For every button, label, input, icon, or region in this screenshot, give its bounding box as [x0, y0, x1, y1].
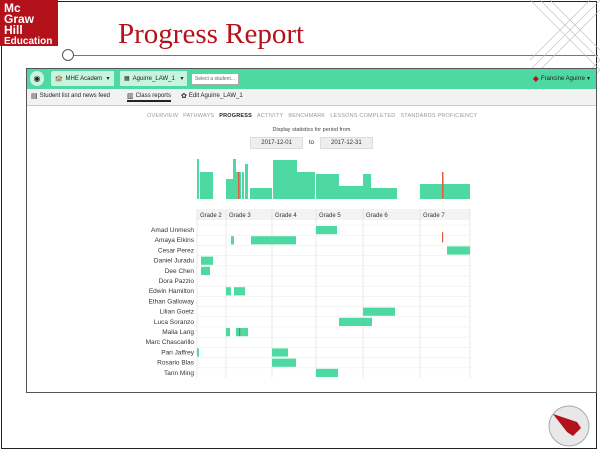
grade-label: Grade 6: [366, 213, 388, 219]
title-divider: [68, 55, 598, 56]
progress-chart: Grade 2 Grade 3 Grade 4 Grade 5 Grade 6 Grade…: [146, 159, 471, 378]
histogram-bar: [339, 186, 363, 199]
histogram-bar: [200, 172, 213, 199]
student-name: Dee Chen: [165, 268, 195, 275]
progress-segment: [205, 266, 210, 275]
histogram-bar: [371, 188, 397, 199]
histogram-bar: [242, 172, 244, 199]
histogram-bar: [226, 179, 233, 199]
histogram-bar: [250, 188, 272, 199]
progress-marker: [239, 328, 241, 337]
progress-segment: [236, 328, 248, 337]
student-name: Tann Ming: [164, 370, 194, 377]
progress-segment: [197, 348, 199, 357]
student-name: Amaya Elkins: [155, 237, 195, 244]
grade-label: Grade 5: [319, 213, 341, 219]
grade-label: Grade 2: [200, 213, 222, 219]
progress-segment: [231, 236, 234, 245]
app-screenshot: ◉ 🏫 MHE Academy ▾ ▦ Aguirre_LAW_1 ▾ Select…: [26, 68, 597, 393]
student-name: Luca Soranzo: [154, 319, 194, 326]
progress-segment: [226, 287, 231, 296]
mcgraw-hill-logo: Mc Graw Hill Education: [0, 0, 58, 47]
histogram-bar: [363, 174, 371, 199]
histogram-bar: [316, 174, 339, 199]
progress-segment: [316, 226, 337, 235]
histogram-bar: [273, 160, 297, 199]
progress-segment: [363, 317, 372, 326]
progress-marker: [442, 232, 444, 243]
histogram-bar: [245, 164, 248, 199]
progress-segment: [272, 236, 296, 245]
grade-label: Grade 4: [275, 213, 297, 219]
student-name: Rosario Blas: [157, 360, 195, 367]
progress-segment: [234, 287, 245, 296]
progress-segment: [201, 266, 205, 275]
student-name: Marc Chascarillo: [146, 339, 195, 346]
histogram-marker: [442, 172, 444, 199]
progress-segment: [272, 358, 296, 367]
grade-label: Grade 3: [229, 213, 251, 219]
histogram-bar: [233, 159, 236, 199]
progress-segment: [201, 256, 213, 265]
student-name: Ethan Galloway: [148, 298, 194, 305]
histogram-bar: [297, 172, 315, 199]
progress-segment: [316, 368, 338, 377]
progress-segment: [226, 328, 230, 337]
histogram-bar: [197, 159, 199, 199]
progress-segment: [272, 348, 288, 357]
student-name: Pari Jaffrey: [161, 349, 195, 356]
progress-segment: [447, 246, 470, 255]
student-name: Cesar Perez: [158, 247, 194, 254]
student-name: Dora Pazzio: [159, 278, 195, 285]
slide-title: Progress Report: [118, 18, 305, 50]
progress-segment: [363, 307, 395, 316]
progress-segment: [339, 317, 363, 326]
histogram-bar: [420, 184, 470, 199]
student-name: Amad Unmesh: [151, 227, 194, 234]
grade-label: Grade 7: [423, 213, 445, 219]
student-name: Daniel Juradu: [154, 258, 194, 265]
student-name: Lilian Goetz: [160, 309, 194, 316]
histogram-marker: [238, 172, 240, 199]
progress-segment: [251, 236, 272, 245]
student-name: Malia Lang: [162, 329, 194, 336]
student-name: Edwin Hamilton: [149, 288, 195, 295]
title-bullet: [62, 49, 74, 61]
mcgraw-hill-emblem: [548, 405, 590, 447]
